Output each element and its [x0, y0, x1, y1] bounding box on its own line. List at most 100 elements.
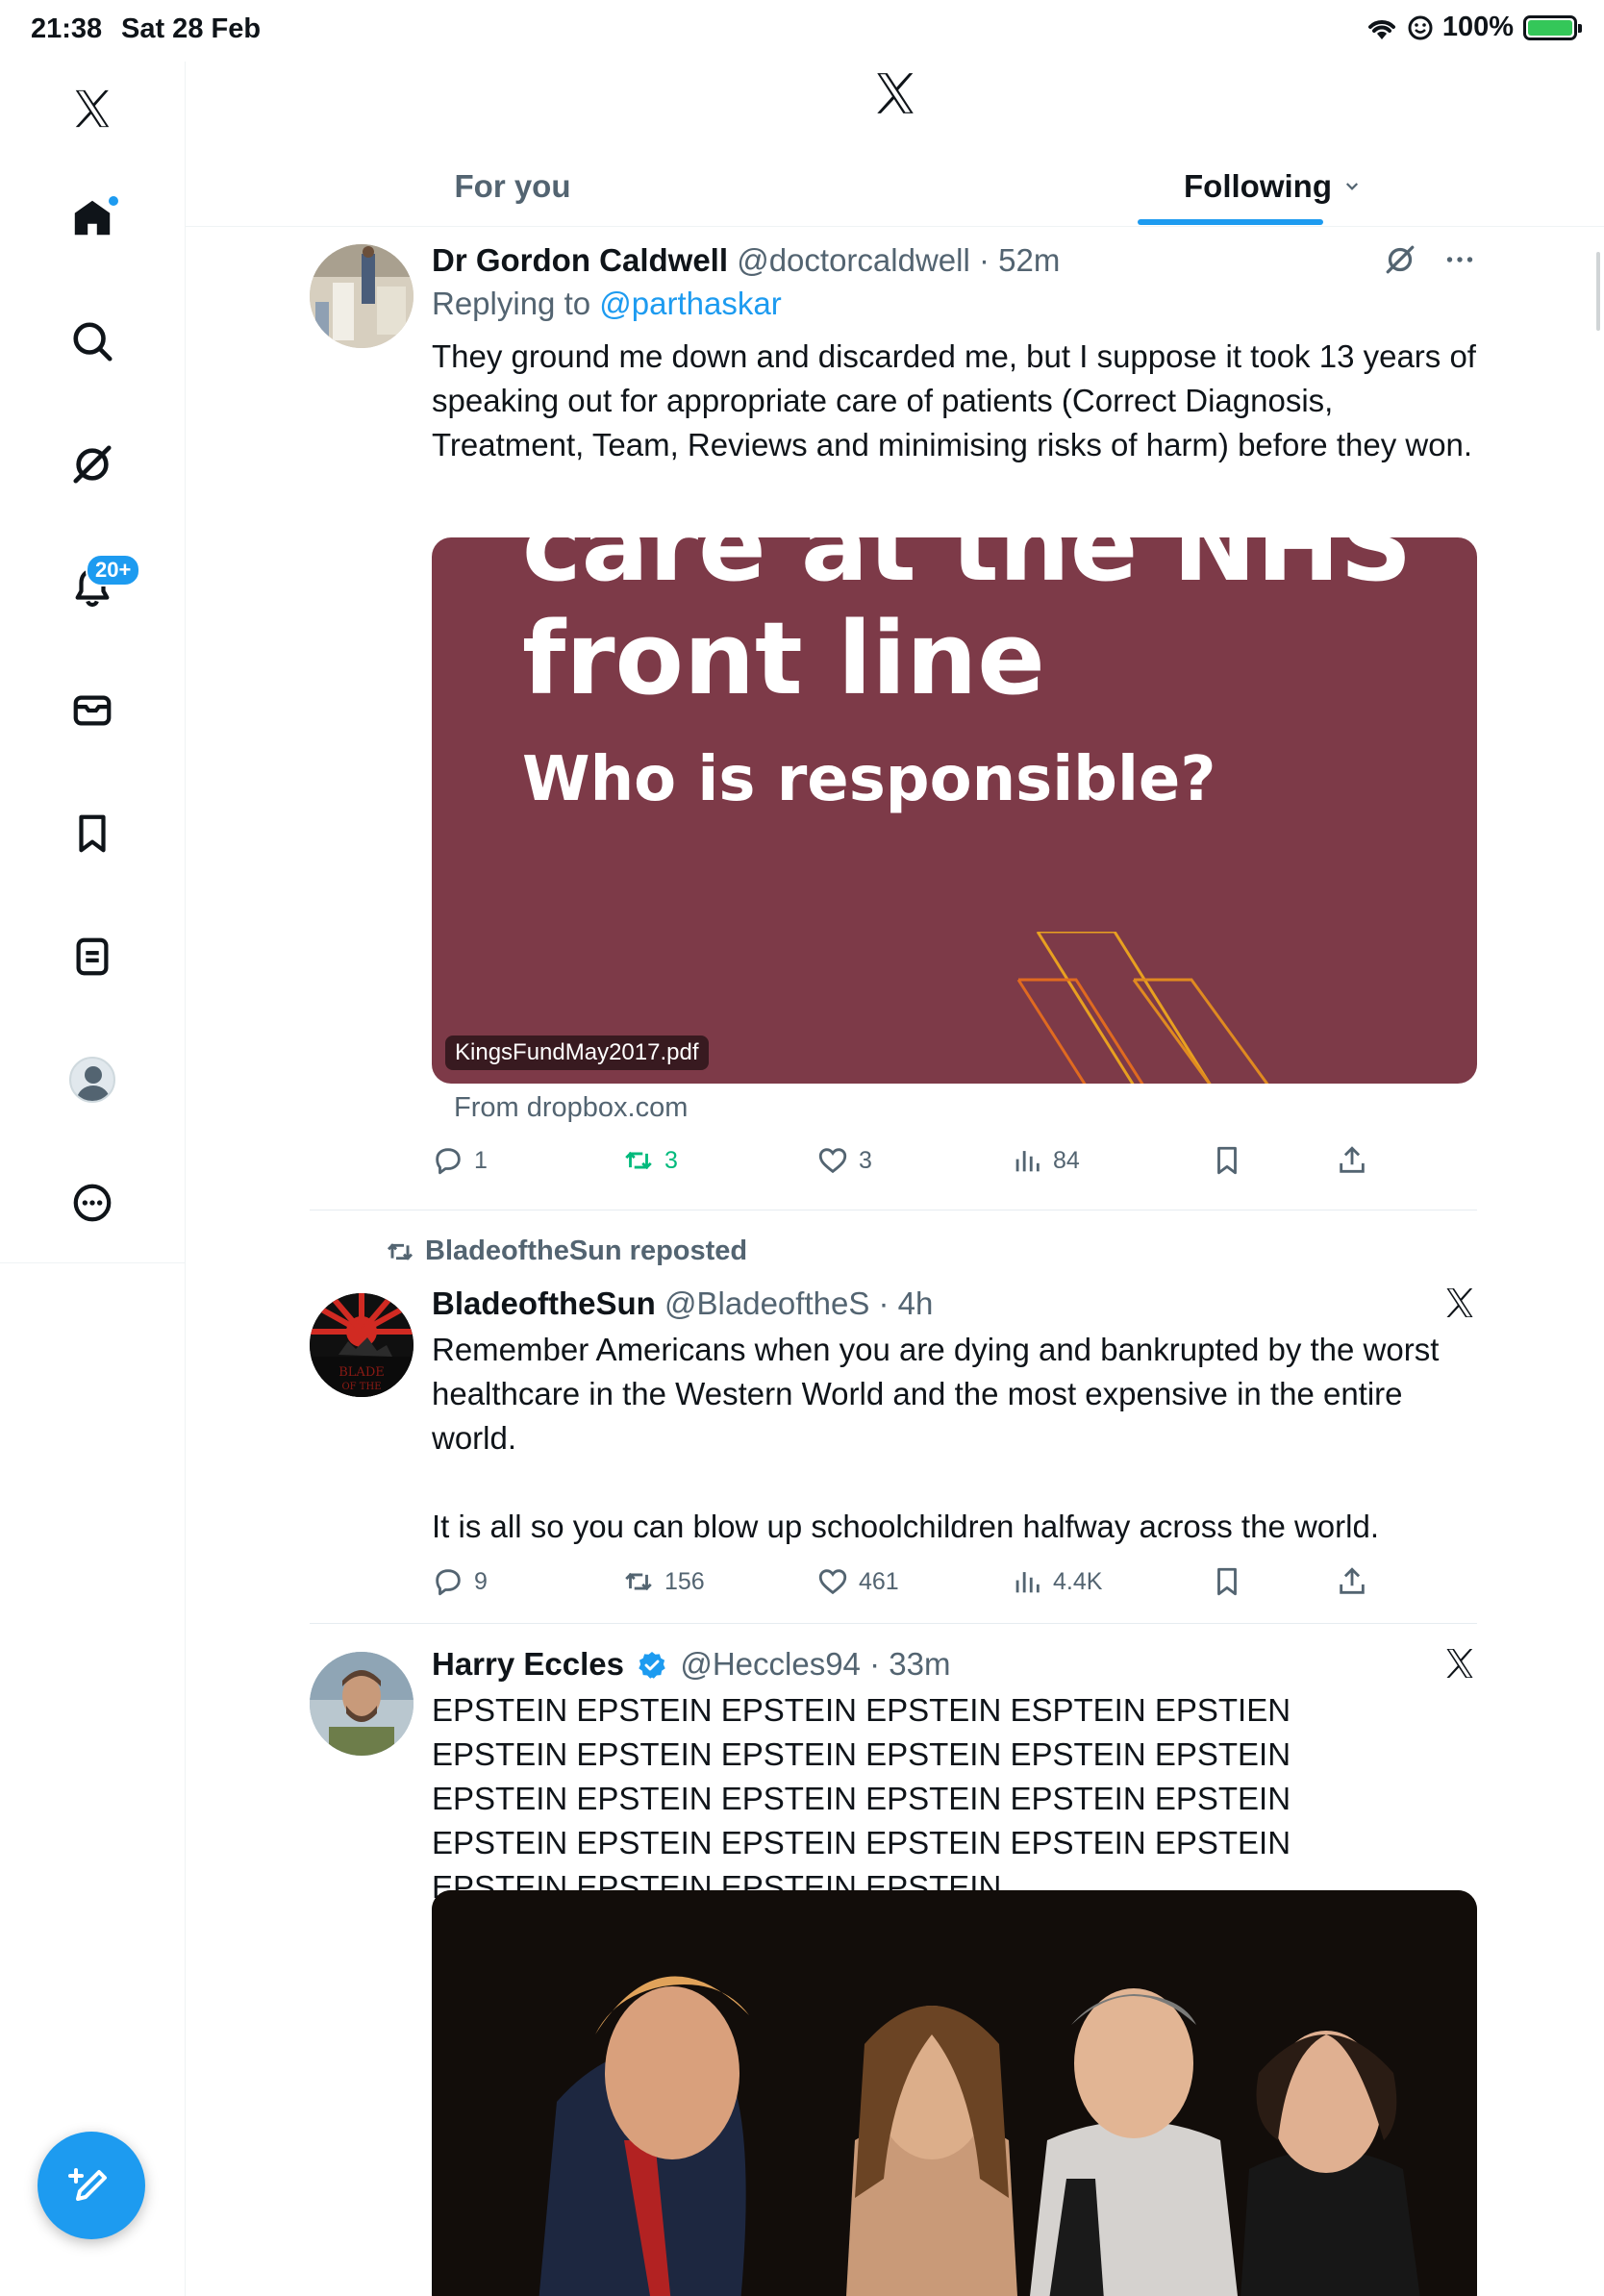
views-icon: [1015, 1572, 1040, 1593]
avatar[interactable]: BLADE OF THE: [310, 1293, 414, 1397]
like-button[interactable]: 3: [816, 1144, 872, 1177]
dot-separator: ·: [869, 1285, 898, 1321]
reposted-by-label: BladeoftheSun reposted: [425, 1235, 748, 1266]
sidebar-item-bookmarks[interactable]: [63, 804, 122, 863]
tweet[interactable]: Dr Gordon Caldwell @doctorcaldwell · 52m…: [310, 240, 1477, 1173]
scrollbar[interactable]: [1596, 252, 1600, 331]
home-unread-dot: [107, 194, 120, 208]
author-handle[interactable]: @Heccles94: [680, 1646, 861, 1682]
author-name[interactable]: Dr Gordon Caldwell: [432, 242, 728, 278]
repost-button[interactable]: 156: [622, 1565, 705, 1598]
tweet-time[interactable]: 4h: [898, 1285, 934, 1321]
author-name[interactable]: Harry Eccles: [432, 1646, 624, 1682]
reply-button[interactable]: 1: [432, 1144, 488, 1177]
views-icon: [1015, 1151, 1040, 1172]
grok-icon[interactable]: [1383, 242, 1417, 277]
reposted-by[interactable]: BladeoftheSun reposted: [385, 1235, 747, 1267]
link-card-image[interactable]: care at the NHS front line Who is respon…: [432, 537, 1477, 1084]
tweet-text: They ground me down and discarded me, bu…: [432, 338, 1476, 462]
sidebar-item-messages[interactable]: [63, 681, 122, 740]
battery-percent: 100%: [1441, 12, 1514, 42]
focus-smiley-icon: [1408, 15, 1433, 39]
tweet-header: Harry Eccles @Heccles94 · 33m: [432, 1644, 1477, 1685]
tab-active-indicator: [1138, 219, 1323, 225]
tab-for-you-label: For you: [454, 168, 571, 204]
views-button[interactable]: 84: [1011, 1144, 1080, 1177]
tweet-actions: 1 3 3 84: [432, 1144, 1393, 1183]
avatar[interactable]: [310, 1652, 414, 1756]
replying-to: Replying to @parthaskar: [432, 281, 1477, 327]
reply-button[interactable]: 9: [432, 1565, 488, 1598]
status-time: 21:38: [31, 13, 103, 44]
sidebar-item-lists[interactable]: [63, 927, 122, 986]
avatar[interactable]: [310, 244, 414, 348]
like-icon: [818, 1148, 847, 1174]
sidebar-item-grok[interactable]: [63, 435, 122, 494]
tab-for-you[interactable]: For you: [368, 146, 657, 227]
x-logo-icon[interactable]: [1442, 1285, 1477, 1320]
repost-icon: [625, 1151, 652, 1170]
x-logo-icon[interactable]: [1442, 1646, 1477, 1681]
bookmark-icon: [79, 814, 106, 853]
replying-to-handle[interactable]: @parthaskar: [599, 286, 781, 321]
sidebar-item-home[interactable]: [63, 188, 122, 248]
like-button[interactable]: 461: [816, 1565, 899, 1598]
sidebar-divider: [185, 62, 186, 2296]
card-source[interactable]: From dropbox.com: [454, 1092, 688, 1124]
status-indicators: 100%: [1366, 12, 1582, 43]
timeline-tabs: For you Following: [186, 146, 1604, 227]
chevron-down-icon: [1345, 183, 1359, 190]
tweet-text: EPSTEIN EPSTEIN EPSTEIN EPSTEIN ESPTEIN …: [432, 1692, 1291, 1905]
tweet-time[interactable]: 33m: [889, 1646, 950, 1682]
tweet[interactable]: Harry Eccles @Heccles94 · 33m EPSTEIN EP…: [310, 1644, 1477, 2296]
author-handle[interactable]: @BladeoftheS: [664, 1285, 869, 1321]
like-icon: [818, 1569, 847, 1595]
tab-following[interactable]: Following: [1128, 146, 1416, 227]
share-icon: [1340, 1567, 1365, 1594]
notifications-badge: 20+: [86, 554, 141, 586]
mail-icon: [73, 695, 112, 726]
reply-count: 1: [474, 1146, 488, 1174]
share-button[interactable]: [1336, 1144, 1368, 1177]
sidebar-item-profile[interactable]: [63, 1050, 122, 1110]
sidebar-item-notifications[interactable]: 20+: [63, 554, 141, 617]
x-logo-icon[interactable]: [63, 79, 122, 138]
tweet[interactable]: BladeoftheSun reposted BLADE OF THE Blad…: [310, 1235, 1477, 1620]
views-button[interactable]: 4.4K: [1011, 1565, 1102, 1598]
author-handle[interactable]: @doctorcaldwell: [737, 242, 970, 278]
tweet-paragraph: Remember Americans when you are dying an…: [432, 1332, 1440, 1456]
tweet-body: Dr Gordon Caldwell @doctorcaldwell · 52m…: [432, 240, 1477, 467]
repost-count: 3: [664, 1146, 678, 1174]
more-options-icon[interactable]: [1442, 242, 1477, 277]
repost-icon: [625, 1572, 652, 1591]
view-count: 84: [1053, 1146, 1080, 1174]
compose-icon: [68, 2168, 107, 2201]
tweet-photo[interactable]: [432, 1890, 1477, 2296]
reply-icon: [436, 1569, 461, 1596]
sidebar-item-more[interactable]: [63, 1173, 122, 1233]
card-heading-partial: care at the NHS: [522, 537, 1413, 604]
bookmark-button[interactable]: [1211, 1144, 1243, 1177]
bookmark-icon: [1217, 1146, 1237, 1175]
tweet-body: BladeoftheSun @BladeoftheS · 4h Remember…: [432, 1284, 1477, 1549]
dot-separator: ·: [969, 242, 999, 278]
tweet-body: Harry Eccles @Heccles94 · 33m EPSTEIN EP…: [432, 1644, 1477, 1909]
tweet-actions: 9 156 461 4.4K: [432, 1565, 1393, 1604]
share-button[interactable]: [1336, 1565, 1368, 1598]
verified-badge-icon: [639, 1652, 665, 1679]
tweet-header-actions: [1442, 1646, 1477, 1681]
x-logo-icon[interactable]: [871, 69, 919, 117]
repost-icon: [387, 1242, 414, 1260]
replying-to-prefix: Replying to: [432, 286, 591, 321]
bookmark-button[interactable]: [1211, 1565, 1243, 1598]
compose-button[interactable]: [38, 2132, 145, 2239]
sidebar-item-search[interactable]: [63, 312, 122, 371]
author-name[interactable]: BladeoftheSun: [432, 1285, 656, 1321]
view-count: 4.4K: [1053, 1567, 1103, 1595]
repost-button[interactable]: 3: [622, 1144, 678, 1177]
svg-text:OF THE: OF THE: [341, 1382, 381, 1392]
profile-icon: [69, 1057, 115, 1103]
grok-icon: [73, 445, 112, 484]
reply-count: 9: [474, 1567, 488, 1595]
tweet-time[interactable]: 52m: [998, 242, 1060, 278]
